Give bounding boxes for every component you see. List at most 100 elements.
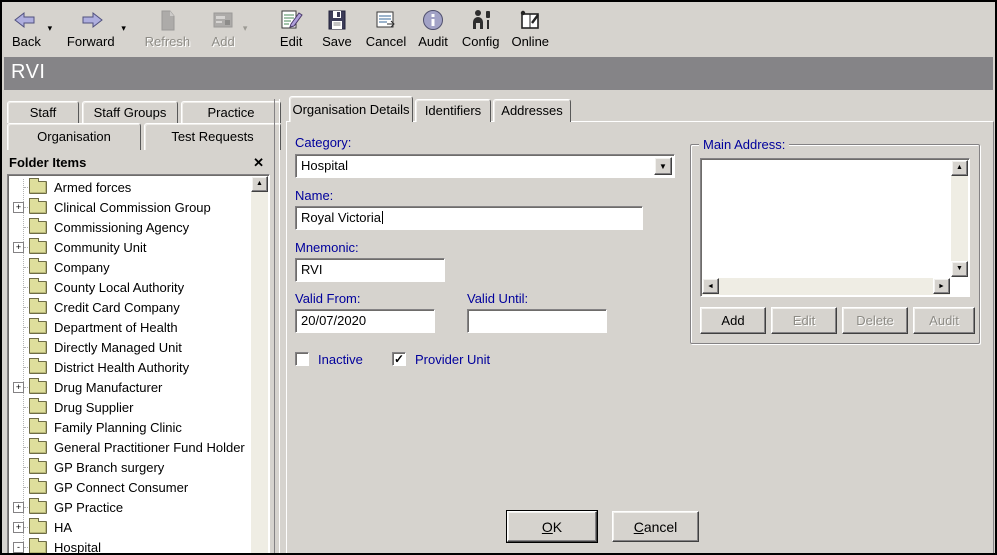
folder-icon bbox=[29, 181, 47, 194]
add-label: Add bbox=[212, 34, 235, 49]
folder-icon bbox=[29, 361, 47, 374]
folder-icon bbox=[29, 541, 47, 554]
panel-splitter[interactable] bbox=[274, 99, 280, 553]
tab-organisation-details[interactable]: Organisation Details bbox=[289, 96, 413, 122]
scroll-down-icon[interactable]: ▼ bbox=[951, 261, 968, 277]
tree-item-label: Credit Card Company bbox=[54, 300, 180, 315]
scroll-right-icon[interactable]: ► bbox=[933, 278, 950, 294]
tree-item[interactable]: GP Branch surgery bbox=[8, 457, 251, 477]
inactive-checkbox[interactable] bbox=[295, 352, 309, 366]
refresh-label: Refresh bbox=[145, 34, 191, 49]
edit-button[interactable]: Edit bbox=[276, 5, 306, 50]
tree-expander-icon[interactable]: + bbox=[13, 502, 24, 513]
left-tab-row-1: Staff Staff Groups Practice bbox=[7, 101, 281, 123]
tree-item[interactable]: + Community Unit bbox=[8, 237, 251, 257]
tree-expander-icon[interactable]: + bbox=[13, 522, 24, 533]
online-button[interactable]: Online bbox=[509, 5, 551, 50]
listbox-vertical-scrollbar[interactable]: ▲ ▼ bbox=[951, 160, 968, 277]
main-address-listbox[interactable]: ▲ ▼ ◄ ► bbox=[700, 158, 970, 297]
refresh-icon bbox=[154, 6, 180, 34]
tree-item[interactable]: + GP Practice bbox=[8, 497, 251, 517]
listbox-horizontal-scrollbar[interactable]: ◄ ► bbox=[702, 278, 950, 295]
online-icon bbox=[517, 6, 543, 34]
tree-rows: Armed forces + Clinical Commission Group… bbox=[8, 177, 251, 555]
tree-item[interactable]: Credit Card Company bbox=[8, 297, 251, 317]
audit-button[interactable]: Audit bbox=[416, 5, 450, 50]
tree-item-label: Drug Manufacturer bbox=[54, 380, 162, 395]
edit-icon bbox=[278, 6, 304, 34]
valid-until-input[interactable] bbox=[467, 309, 607, 333]
back-icon bbox=[13, 6, 39, 34]
tree-item-label: GP Connect Consumer bbox=[54, 480, 188, 495]
tree-item[interactable]: GP Connect Consumer bbox=[8, 477, 251, 497]
address-audit-button: Audit bbox=[913, 307, 975, 334]
tree-item[interactable]: General Practitioner Fund Holder bbox=[8, 437, 251, 457]
tab-identifiers[interactable]: Identifiers bbox=[415, 99, 491, 122]
mnemonic-label: Mnemonic: bbox=[295, 240, 359, 255]
tree-item[interactable]: Department of Health bbox=[8, 317, 251, 337]
tree-expander-icon[interactable]: + bbox=[13, 382, 24, 393]
tree-expander-icon[interactable]: + bbox=[13, 242, 24, 253]
tree-item[interactable]: County Local Authority bbox=[8, 277, 251, 297]
forward-button[interactable]: Forward bbox=[65, 5, 117, 50]
config-button[interactable]: Config bbox=[460, 5, 502, 50]
provider-unit-checkbox[interactable]: ✓ bbox=[392, 352, 406, 366]
scroll-left-icon[interactable]: ◄ bbox=[702, 278, 719, 294]
combo-arrow-icon[interactable]: ▼ bbox=[654, 157, 672, 175]
tree-item[interactable]: + Clinical Commission Group bbox=[8, 197, 251, 217]
main-toolbar: Back ▾ Forward ▾ Refresh Add ▾ E bbox=[4, 2, 993, 57]
tab-practice[interactable]: Practice bbox=[181, 101, 281, 123]
scroll-up-icon[interactable]: ▲ bbox=[951, 160, 968, 176]
address-edit-button: Edit bbox=[771, 307, 837, 334]
main-address-title: Main Address: bbox=[699, 137, 789, 152]
scroll-up-icon[interactable]: ▲ bbox=[251, 176, 268, 192]
save-button[interactable]: Save bbox=[320, 5, 354, 50]
tree-item[interactable]: Armed forces bbox=[8, 177, 251, 197]
config-label: Config bbox=[462, 34, 500, 49]
folder-items-header: Folder Items ✕ bbox=[7, 152, 270, 173]
tab-addresses[interactable]: Addresses bbox=[493, 99, 571, 122]
folder-icon bbox=[29, 201, 47, 214]
tree-item[interactable]: Commissioning Agency bbox=[8, 217, 251, 237]
valid-from-input[interactable]: 20/07/2020 bbox=[295, 309, 435, 333]
tree-item[interactable]: + Drug Manufacturer bbox=[8, 377, 251, 397]
tree-item[interactable]: District Health Authority bbox=[8, 357, 251, 377]
tree-item[interactable]: + HA bbox=[8, 517, 251, 537]
tab-organisation[interactable]: Organisation bbox=[7, 123, 141, 150]
folder-icon bbox=[29, 441, 47, 454]
tree-item-label: Family Planning Clinic bbox=[54, 420, 182, 435]
page-title: RVI bbox=[11, 61, 45, 83]
cancel-button[interactable]: Cancel bbox=[364, 5, 408, 50]
tree-vertical-scrollbar[interactable]: ▲ bbox=[251, 176, 268, 554]
back-button[interactable]: Back bbox=[10, 5, 43, 50]
tree-item[interactable]: Family Planning Clinic bbox=[8, 417, 251, 437]
name-input[interactable]: Royal Victoria bbox=[295, 206, 643, 230]
tab-staff[interactable]: Staff bbox=[7, 101, 79, 123]
folder-icon bbox=[29, 321, 47, 334]
tab-test-requests[interactable]: Test Requests bbox=[144, 123, 281, 150]
tree-item[interactable]: Directly Managed Unit bbox=[8, 337, 251, 357]
back-label: Back bbox=[12, 34, 41, 49]
folder-icon bbox=[29, 221, 47, 234]
back-dropdown-arrow[interactable]: ▾ bbox=[43, 23, 57, 34]
application-window: Back ▾ Forward ▾ Refresh Add ▾ E bbox=[0, 0, 997, 555]
tree-item[interactable]: - Hospital bbox=[8, 537, 251, 555]
mnemonic-input[interactable]: RVI bbox=[295, 258, 445, 282]
valid-from-value: 20/07/2020 bbox=[301, 313, 366, 328]
tree-item[interactable]: Company bbox=[8, 257, 251, 277]
forward-icon bbox=[78, 6, 104, 34]
tree-expander-icon[interactable]: - bbox=[13, 542, 24, 553]
tree-item-label: Company bbox=[54, 260, 110, 275]
close-icon[interactable]: ✕ bbox=[253, 155, 264, 171]
category-label: Category: bbox=[295, 135, 351, 150]
name-label: Name: bbox=[295, 188, 333, 203]
category-select[interactable]: Hospital ▼ bbox=[295, 154, 675, 178]
cancel-dialog-button[interactable]: Cancel bbox=[612, 511, 699, 542]
forward-dropdown-arrow[interactable]: ▾ bbox=[117, 23, 131, 34]
address-add-button[interactable]: Add bbox=[700, 307, 766, 334]
ok-button[interactable]: OK bbox=[507, 511, 597, 542]
folder-icon bbox=[29, 481, 47, 494]
tree-item[interactable]: Drug Supplier bbox=[8, 397, 251, 417]
tree-expander-icon[interactable]: + bbox=[13, 202, 24, 213]
tab-staff-groups[interactable]: Staff Groups bbox=[82, 101, 178, 123]
